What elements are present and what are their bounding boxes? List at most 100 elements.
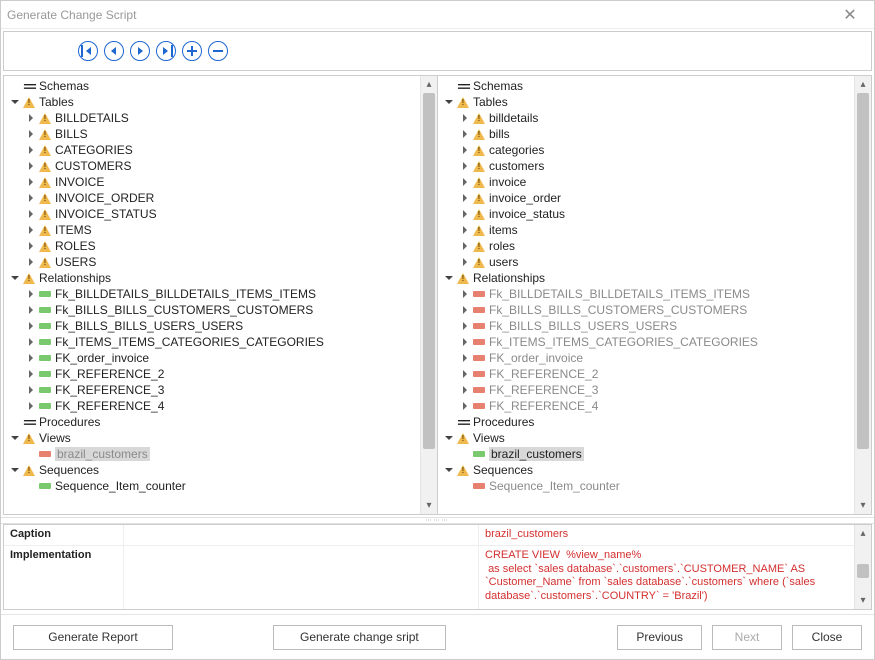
chevron-right-icon[interactable] [458,383,472,397]
scroll-down-icon[interactable]: ▾ [421,497,437,514]
tree-node[interactable]: brazil_customers [4,446,420,462]
tree-node[interactable]: Tables [4,94,420,110]
tree-node[interactable]: Fk_BILLDETAILS_BILLDETAILS_ITEMS_ITEMS [4,286,420,302]
tree-node[interactable]: Views [438,430,854,446]
chevron-down-icon[interactable] [8,95,22,109]
tree-node[interactable]: FK_REFERENCE_3 [438,382,854,398]
chevron-right-icon[interactable] [24,303,38,317]
tree-node[interactable]: Fk_BILLS_BILLS_USERS_USERS [438,318,854,334]
tree-node[interactable]: INVOICE_STATUS [4,206,420,222]
tree-node[interactable]: CATEGORIES [4,142,420,158]
chevron-right-icon[interactable] [24,223,38,237]
tree-node[interactable]: INVOICE [4,174,420,190]
chevron-right-icon[interactable] [458,351,472,365]
tree-node[interactable]: Fk_ITEMS_ITEMS_CATEGORIES_CATEGORIES [438,334,854,350]
chevron-right-icon[interactable] [24,287,38,301]
tree-node[interactable]: Fk_BILLS_BILLS_USERS_USERS [4,318,420,334]
next-button-footer[interactable]: Next [712,625,782,650]
tree-node[interactable]: FK_order_invoice [438,350,854,366]
tree-node[interactable]: CUSTOMERS [4,158,420,174]
chevron-down-icon[interactable] [8,271,22,285]
chevron-right-icon[interactable] [458,303,472,317]
chevron-right-icon[interactable] [24,175,38,189]
tree-node[interactable]: FK_REFERENCE_4 [4,398,420,414]
previous-button[interactable] [104,41,124,61]
scroll-down-icon[interactable]: ▾ [855,497,871,514]
left-scrollbar[interactable]: ▴ ▾ [420,76,437,514]
tree-node[interactable]: Views [4,430,420,446]
tree-node[interactable]: brazil_customers [438,446,854,462]
chevron-right-icon[interactable] [458,255,472,269]
tree-node[interactable]: FK_REFERENCE_3 [4,382,420,398]
tree-node[interactable]: users [438,254,854,270]
tree-node[interactable]: categories [438,142,854,158]
tree-node[interactable]: ==Procedures [4,414,420,430]
chevron-down-icon[interactable] [8,463,22,477]
tree-node[interactable]: ROLES [4,238,420,254]
chevron-right-icon[interactable] [24,191,38,205]
chevron-right-icon[interactable] [458,191,472,205]
chevron-right-icon[interactable] [24,127,38,141]
chevron-right-icon[interactable] [24,383,38,397]
chevron-right-icon[interactable] [458,127,472,141]
tree-node[interactable]: Fk_ITEMS_ITEMS_CATEGORIES_CATEGORIES [4,334,420,350]
chevron-right-icon[interactable] [458,367,472,381]
tree-node[interactable]: Sequence_Item_counter [4,478,420,494]
tree-node[interactable]: roles [438,238,854,254]
chevron-down-icon[interactable] [442,463,456,477]
chevron-down-icon[interactable] [442,431,456,445]
chevron-down-icon[interactable] [442,95,456,109]
tree-node[interactable]: invoice_order [438,190,854,206]
chevron-right-icon[interactable] [24,335,38,349]
tree-node[interactable]: bills [438,126,854,142]
remove-button[interactable] [208,41,228,61]
generate-change-script-button[interactable]: Generate change sript [273,625,446,650]
tree-node[interactable]: INVOICE_ORDER [4,190,420,206]
last-button[interactable] [156,41,176,61]
tree-node[interactable]: invoice [438,174,854,190]
chevron-right-icon[interactable] [24,111,38,125]
chevron-right-icon[interactable] [24,143,38,157]
tree-node[interactable]: ==Procedures [438,414,854,430]
chevron-right-icon[interactable] [458,239,472,253]
scroll-up-icon[interactable]: ▴ [855,525,871,542]
tree-node[interactable]: BILLS [4,126,420,142]
previous-button-footer[interactable]: Previous [617,625,702,650]
chevron-right-icon[interactable] [24,159,38,173]
tree-node[interactable]: FK_REFERENCE_2 [4,366,420,382]
right-scrollbar[interactable]: ▴ ▾ [854,76,871,514]
chevron-right-icon[interactable] [24,255,38,269]
tree-node[interactable]: FK_REFERENCE_2 [438,366,854,382]
tree-node[interactable]: FK_REFERENCE_4 [438,398,854,414]
chevron-right-icon[interactable] [24,319,38,333]
chevron-right-icon[interactable] [458,287,472,301]
chevron-right-icon[interactable] [458,319,472,333]
chevron-right-icon[interactable] [458,111,472,125]
scroll-up-icon[interactable]: ▴ [421,76,437,93]
tree-node[interactable]: Fk_BILLS_BILLS_CUSTOMERS_CUSTOMERS [438,302,854,318]
chevron-right-icon[interactable] [458,159,472,173]
tree-node[interactable]: invoice_status [438,206,854,222]
chevron-right-icon[interactable] [458,207,472,221]
tree-node[interactable]: FK_order_invoice [4,350,420,366]
tree-node[interactable]: Sequences [4,462,420,478]
tree-node[interactable]: USERS [4,254,420,270]
chevron-right-icon[interactable] [458,175,472,189]
chevron-right-icon[interactable] [458,335,472,349]
generate-report-button[interactable]: Generate Report [13,625,173,650]
tree-node[interactable]: items [438,222,854,238]
tree-node[interactable]: Relationships [438,270,854,286]
chevron-right-icon[interactable] [24,207,38,221]
tree-node[interactable]: ITEMS [4,222,420,238]
add-button[interactable] [182,41,202,61]
tree-node[interactable]: Fk_BILLS_BILLS_CUSTOMERS_CUSTOMERS [4,302,420,318]
splitter-handle[interactable]: ⋯⋯⋯ [1,517,874,524]
detail-scrollbar[interactable]: ▴ ▾ [854,525,871,609]
tree-node[interactable]: Sequence_Item_counter [438,478,854,494]
scroll-up-icon[interactable]: ▴ [855,76,871,93]
chevron-down-icon[interactable] [8,431,22,445]
tree-node[interactable]: Fk_BILLDETAILS_BILLDETAILS_ITEMS_ITEMS [438,286,854,302]
tree-node[interactable]: Relationships [4,270,420,286]
tree-node[interactable]: ==Schemas [4,78,420,94]
chevron-right-icon[interactable] [24,367,38,381]
